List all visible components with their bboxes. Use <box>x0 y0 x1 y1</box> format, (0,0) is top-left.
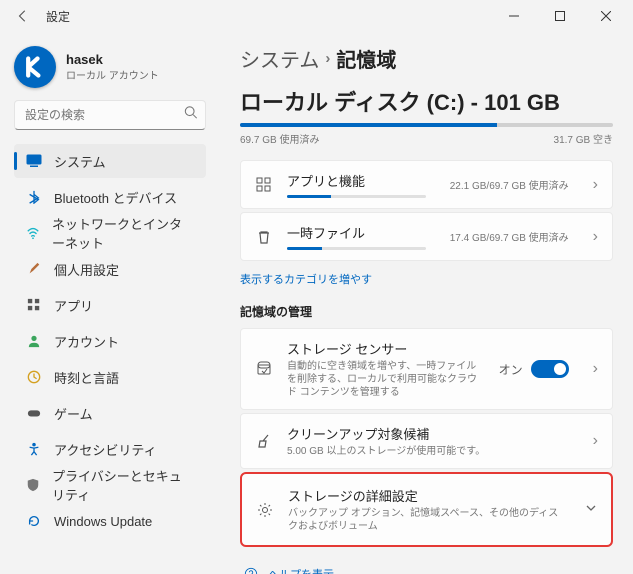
sidebar-item-label: システム <box>54 152 106 171</box>
sidebar-item-label: アクセシビリティ <box>54 440 157 459</box>
sidebar-item-gaming[interactable]: ゲーム <box>14 396 206 430</box>
chevron-down-icon <box>585 501 597 519</box>
sidebar-item-label: 時刻と言語 <box>54 368 119 387</box>
clock-icon <box>26 369 42 385</box>
arrow-left-icon <box>16 9 30 23</box>
trash-icon <box>255 228 273 246</box>
account-type: ローカル アカウント <box>66 67 159 82</box>
chevron-right-icon: › <box>593 176 598 194</box>
cleanup-desc: 5.00 GB 以上のストレージが使用可能です。 <box>287 445 569 458</box>
sidebar-item-label: プライバシーとセキュリティ <box>52 466 194 504</box>
sidebar: hasek ローカル アカウント システム Bluetooth とデバイス ネッ… <box>0 32 220 574</box>
sidebar-item-apps[interactable]: アプリ <box>14 288 206 322</box>
broom-icon <box>255 432 273 450</box>
sidebar-item-label: Windows Update <box>54 514 152 529</box>
advanced-desc: バックアップ オプション、記憶域スペース、その他のディスクおよびボリューム <box>288 507 561 533</box>
sidebar-item-privacy[interactable]: プライバシーとセキュリティ <box>14 468 206 502</box>
category-usage: 22.1 GB/69.7 GB 使用済み <box>450 177 569 192</box>
close-button[interactable] <box>587 2 625 30</box>
avatar <box>14 46 56 88</box>
sidebar-item-bluetooth[interactable]: Bluetooth とデバイス <box>14 180 206 214</box>
content: hasek ローカル アカウント システム Bluetooth とデバイス ネッ… <box>0 32 633 574</box>
chevron-right-icon: › <box>593 228 598 246</box>
advanced-storage-card[interactable]: ストレージの詳細設定 バックアップ オプション、記憶域スペース、その他のディスク… <box>240 472 613 547</box>
window-controls <box>495 2 625 30</box>
category-apps[interactable]: アプリと機能 22.1 GB/69.7 GB 使用済み › <box>240 160 613 209</box>
sidebar-item-time[interactable]: 時刻と言語 <box>14 360 206 394</box>
breadcrumb: システム › 記憶域 <box>240 44 613 73</box>
bluetooth-icon <box>26 189 42 205</box>
category-temp[interactable]: 一時ファイル 17.4 GB/69.7 GB 使用済み › <box>240 212 613 261</box>
maximize-button[interactable] <box>541 2 579 30</box>
storage-sense-toggle[interactable] <box>531 360 569 378</box>
shield-icon <box>26 477 40 493</box>
storage-sense-desc: 自動的に空き領域を増やす、一時ファイルを削除する、ローカルで利用可能なクラウド … <box>287 360 485 399</box>
minimize-icon <box>509 11 519 21</box>
cleanup-card[interactable]: クリーンアップ対象候補 5.00 GB 以上のストレージが使用可能です。 › <box>240 413 613 469</box>
sidebar-item-label: ゲーム <box>54 404 93 423</box>
storage-sense-icon <box>255 360 273 378</box>
window-title: 設定 <box>46 8 70 25</box>
search-input[interactable] <box>14 100 206 130</box>
help-icon <box>244 567 258 574</box>
chevron-right-icon: › <box>325 50 330 67</box>
chevron-right-icon: › <box>593 432 598 450</box>
toggle-label: オン <box>499 361 523 378</box>
breadcrumb-page: 記憶域 <box>336 44 396 73</box>
sidebar-item-system[interactable]: システム <box>14 144 206 178</box>
back-button[interactable] <box>8 1 38 31</box>
minimize-button[interactable] <box>495 2 533 30</box>
help-link[interactable]: ヘルプを表示 <box>240 560 613 574</box>
show-more-link[interactable]: 表示するカテゴリを増やす <box>240 271 613 287</box>
help-label: ヘルプを表示 <box>268 566 334 574</box>
sidebar-item-update[interactable]: Windows Update <box>14 504 206 538</box>
sidebar-item-label: Bluetooth とデバイス <box>54 188 177 207</box>
sidebar-item-accounts[interactable]: アカウント <box>14 324 206 358</box>
advanced-title: ストレージの詳細設定 <box>288 486 561 505</box>
sidebar-item-accessibility[interactable]: アクセシビリティ <box>14 432 206 466</box>
sidebar-item-label: アカウント <box>54 332 119 351</box>
breadcrumb-root[interactable]: システム <box>240 44 319 73</box>
brush-icon <box>26 261 42 277</box>
gear-icon <box>256 501 274 519</box>
apps-category-icon <box>255 176 273 194</box>
accessibility-icon <box>26 441 42 457</box>
network-icon <box>26 225 40 241</box>
storage-mgmt-heading: 記憶域の管理 <box>240 303 613 320</box>
sidebar-item-network[interactable]: ネットワークとインターネット <box>14 216 206 250</box>
sidebar-item-personalization[interactable]: 個人用設定 <box>14 252 206 286</box>
search-box <box>14 100 206 130</box>
system-icon <box>26 153 42 169</box>
search-icon <box>184 106 198 125</box>
disk-labels: 69.7 GB 使用済み 31.7 GB 空き <box>240 131 613 146</box>
category-usage: 17.4 GB/69.7 GB 使用済み <box>450 229 569 244</box>
person-icon <box>26 333 42 349</box>
disk-free-label: 31.7 GB 空き <box>554 131 613 146</box>
update-icon <box>26 513 42 529</box>
sidebar-item-label: ネットワークとインターネット <box>52 214 194 252</box>
disk-usage-bar <box>240 123 613 127</box>
cleanup-title: クリーンアップ対象候補 <box>287 424 569 443</box>
storage-sense-title: ストレージ センサー <box>287 339 485 358</box>
disk-title: ローカル ディスク (C:) - 101 GB <box>240 85 613 117</box>
category-title: アプリと機能 <box>287 171 426 190</box>
titlebar: 設定 <box>0 0 633 32</box>
sidebar-item-label: 個人用設定 <box>54 260 119 279</box>
close-icon <box>601 11 611 21</box>
sidebar-item-label: アプリ <box>54 296 93 315</box>
settings-window: 設定 hasek ローカル アカウント <box>0 0 633 574</box>
account-block[interactable]: hasek ローカル アカウント <box>14 46 206 88</box>
maximize-icon <box>555 11 565 21</box>
apps-icon <box>26 297 42 313</box>
category-title: 一時ファイル <box>287 223 426 242</box>
chevron-right-icon: › <box>593 360 598 378</box>
account-name: hasek <box>66 52 159 67</box>
storage-sense-card[interactable]: ストレージ センサー 自動的に空き領域を増やす、一時ファイルを削除する、ローカル… <box>240 328 613 410</box>
disk-used-label: 69.7 GB 使用済み <box>240 131 319 146</box>
gaming-icon <box>26 405 42 421</box>
main: システム › 記憶域 ローカル ディスク (C:) - 101 GB 69.7 … <box>220 32 633 574</box>
